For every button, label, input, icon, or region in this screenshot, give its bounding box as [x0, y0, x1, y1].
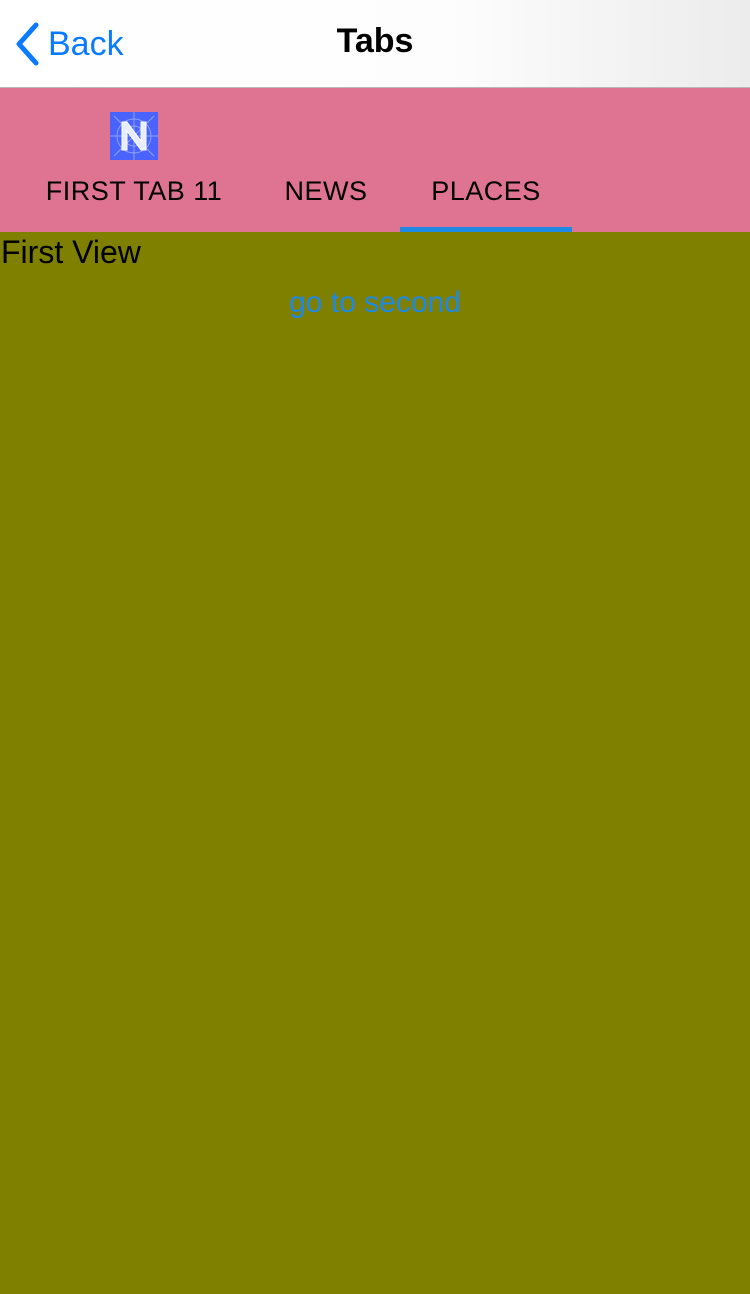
app-screen: Back Tabs FIRST TAB 11 NEWS PLACES First… — [0, 0, 750, 1294]
tab-places[interactable]: PLACES — [400, 88, 572, 232]
tab-label: PLACES — [431, 176, 541, 206]
back-button-label: Back — [48, 24, 124, 63]
chevron-left-icon — [14, 22, 40, 66]
tab-first-tab[interactable]: FIRST TAB 11 — [22, 88, 246, 232]
content-area: First View go to second — [0, 232, 750, 1294]
navigation-bar: Back Tabs — [0, 0, 750, 88]
nativescript-logo-icon — [110, 112, 158, 160]
view-title: First View — [1, 234, 141, 270]
tab-label: FIRST TAB 11 — [45, 176, 223, 206]
tab-strip: FIRST TAB 11 NEWS PLACES — [0, 88, 750, 232]
back-button[interactable]: Back — [14, 20, 124, 68]
tab-label: NEWS — [284, 176, 368, 206]
tab-news[interactable]: NEWS — [262, 88, 390, 232]
go-to-second-link[interactable]: go to second — [0, 286, 750, 320]
